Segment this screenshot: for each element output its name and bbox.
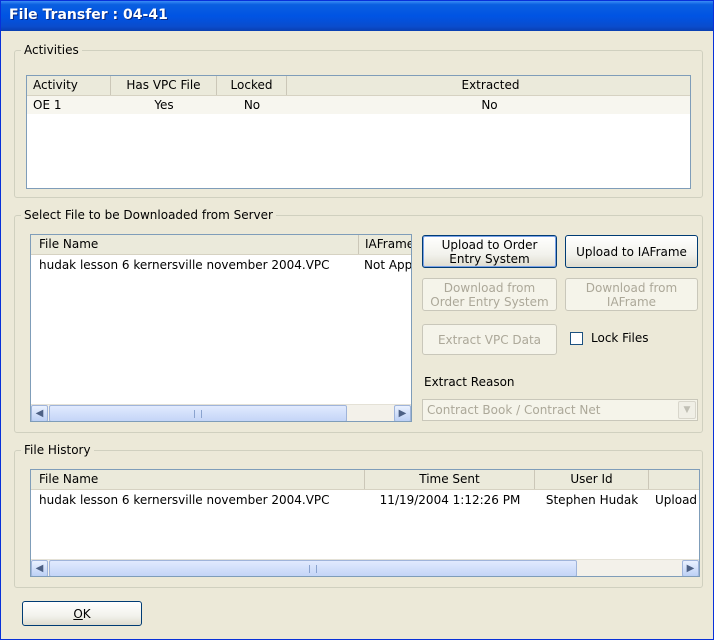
activities-legend: Activities [24,43,79,57]
col-file-name[interactable]: File Name [31,235,359,254]
file-history-header: File Name Time Sent User Id [31,470,699,490]
scroll-right-button[interactable]: ▶ [394,405,411,421]
scroll-thumb[interactable] [49,560,577,576]
col-history-file-name[interactable]: File Name [31,470,365,489]
col-locked[interactable]: Locked [217,76,287,95]
chevron-down-icon[interactable]: ▼ [678,401,696,419]
window-title: File Transfer : 04-41 [9,7,168,23]
col-has-vpc-file[interactable]: Has VPC File [111,76,217,95]
file-history-list[interactable]: File Name Time Sent User Id hudak lesson… [30,469,700,577]
activities-header: Activity Has VPC File Locked Extracted [27,76,690,96]
horizontal-scrollbar[interactable]: ◀ ▶ [31,404,411,421]
select-file-legend: Select File to be Downloaded from Server [24,208,273,222]
title-bar[interactable]: File Transfer : 04-41 [1,1,713,31]
ok-label-rest: K [82,606,91,621]
extract-reason-select[interactable]: Contract Book / Contract Net ▼ [422,399,698,421]
col-user-id[interactable]: User Id [535,470,649,489]
upload-to-iaframe-button[interactable]: Upload to IAFrame [565,235,698,268]
col-extracted[interactable]: Extracted [287,76,690,95]
cell-iaframe: Not Applicable [364,258,412,272]
file-transfer-window: File Transfer : 04-41 Activities Activit… [0,0,714,640]
col-activity[interactable]: Activity [27,76,111,95]
server-file-list[interactable]: File Name IAFrame hudak lesson 6 kerners… [30,234,412,422]
activities-list[interactable]: Activity Has VPC File Locked Extracted O… [26,75,691,189]
col-action[interactable] [649,470,699,489]
download-from-order-entry-button[interactable]: Download from Order Entry System [422,278,557,311]
ok-mnemonic: O [73,606,83,621]
col-time-sent[interactable]: Time Sent [365,470,535,489]
lock-files-label[interactable]: Lock Files [591,331,649,345]
ok-button[interactable]: OK [22,601,142,626]
download-from-iaframe-button[interactable]: Download from IAFrame [565,278,698,311]
upload-to-order-entry-button[interactable]: Upload to Order Entry System [422,235,557,268]
cell-action: Upload [655,493,698,507]
extract-vpc-data-button[interactable]: Extract VPC Data [422,324,557,355]
cell-has-vpc: Yes [154,98,174,112]
extract-reason-label: Extract Reason [424,375,515,389]
file-history-legend: File History [24,443,91,457]
table-row[interactable]: OE 1 Yes No No [27,96,690,114]
scroll-thumb[interactable] [49,405,347,421]
cell-locked: No [243,98,261,112]
lock-files-checkbox[interactable] [570,332,583,345]
cell-extracted: No [481,98,498,112]
cell-file-name: hudak lesson 6 kernersville november 200… [39,258,330,272]
table-row[interactable]: hudak lesson 6 kernersville november 200… [31,491,699,509]
col-iaframe[interactable]: IAFrame [359,235,411,254]
scroll-left-button[interactable]: ◀ [31,560,48,576]
scroll-left-button[interactable]: ◀ [31,405,48,421]
cell-user-id: Stephen Hudak [545,493,639,507]
cell-activity: OE 1 [33,98,62,112]
horizontal-scrollbar[interactable]: ◀ ▶ [31,559,699,576]
cell-history-file-name: hudak lesson 6 kernersville november 200… [39,493,330,507]
extract-reason-value: Contract Book / Contract Net [427,403,601,417]
table-row[interactable]: hudak lesson 6 kernersville november 200… [31,256,411,274]
scroll-right-button[interactable]: ▶ [682,560,699,576]
server-file-header: File Name IAFrame [31,235,411,255]
cell-time-sent: 11/19/2004 1:12:26 PM [379,493,521,507]
